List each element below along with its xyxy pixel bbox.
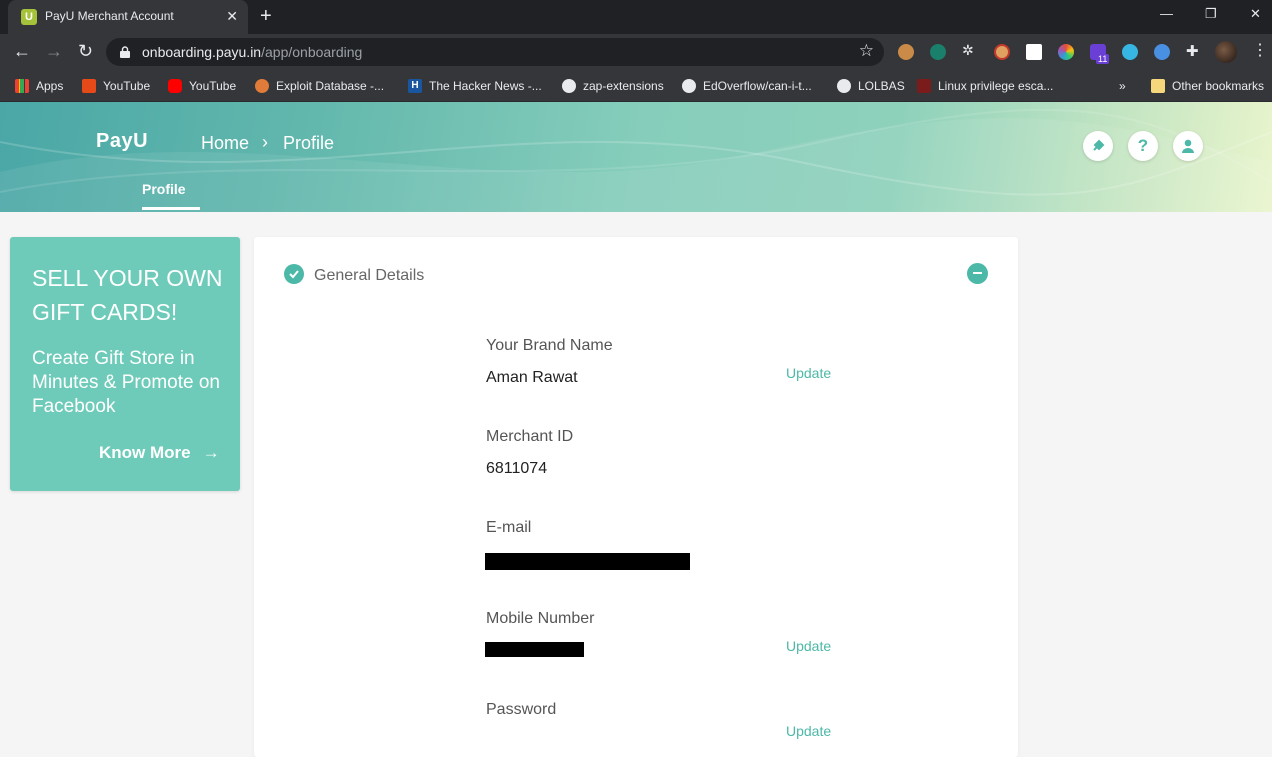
chevron-right-icon: › [262, 132, 268, 152]
lock-icon [120, 46, 130, 58]
general-details-card: General Details Your Brand Name Aman Raw… [254, 237, 1018, 757]
more-bookmarks-icon[interactable]: » [1119, 78, 1126, 94]
bookmarks-bar: Apps YouTube YouTube Exploit Database -.… [0, 70, 1272, 102]
bookmark-label: EdOverflow/can-i-t... [703, 79, 812, 93]
link-extension-icon[interactable] [1122, 44, 1138, 60]
brand-name-label: Your Brand Name [486, 337, 613, 354]
back-arrow-icon[interactable]: ← [13, 41, 31, 61]
bookmark-label: Exploit Database -... [276, 79, 385, 93]
hacker-news-icon: H [408, 79, 422, 93]
checkmark-extension-icon[interactable] [930, 44, 946, 60]
payu-favicon-icon: U [21, 9, 37, 25]
globe-icon [837, 79, 851, 93]
bookmark-icon [917, 79, 931, 93]
bookmark-label: LOLBAS [858, 79, 905, 93]
profile-avatar[interactable] [1215, 41, 1237, 63]
bookmark-zap-extensions[interactable]: zap-extensions [562, 78, 664, 94]
bookmark-star-icon[interactable]: ☆ [859, 41, 874, 61]
window-close-icon[interactable]: ✕ [1250, 6, 1261, 22]
mobile-number-label: Mobile Number [486, 610, 595, 627]
update-mobile-link[interactable]: Update [786, 638, 831, 654]
youtube-analytics-icon [82, 79, 96, 93]
bookmark-can-i-take-over[interactable]: EdOverflow/can-i-t... [682, 78, 812, 94]
bookmark-label: YouTube [103, 79, 151, 93]
bookmark-linux-privilege[interactable]: Linux privilege esca... [917, 78, 1053, 94]
bookmark-apps[interactable]: Apps [15, 78, 63, 94]
github-icon [562, 79, 576, 93]
globe-extension-icon[interactable] [1154, 44, 1170, 60]
restore-icon[interactable]: ❐ [1205, 6, 1217, 22]
bookmark-label: Other bookmarks [1172, 79, 1265, 93]
browser-tab[interactable]: U PayU Merchant Account ✕ [8, 0, 248, 34]
bookmark-label: zap-extensions [583, 79, 664, 93]
section-title[interactable]: General Details [314, 267, 424, 285]
merchant-id-label: Merchant ID [486, 428, 574, 445]
help-icon[interactable]: ? [1128, 131, 1158, 161]
checkmark-icon [289, 270, 299, 279]
extension-badge: 11 [1096, 54, 1110, 64]
update-brand-name-link[interactable]: Update [786, 365, 831, 381]
tab-profile[interactable]: Profile [142, 181, 186, 197]
breadcrumb-home[interactable]: Home [201, 133, 249, 154]
mobile-redacted-value [485, 642, 584, 657]
promo-description: Create Gift Store in Minutes & Promote o… [32, 348, 220, 417]
browser-toolbar: ← → ↻ onboarding.payu.in/app/onboarding … [0, 34, 1272, 70]
promo-title: SELL YOUR OWN GIFT CARDS! [32, 265, 223, 325]
plug-icon [1093, 139, 1105, 151]
merchant-id-value: 6811074 [486, 460, 548, 477]
color-picker-extension-icon[interactable] [1058, 44, 1074, 60]
collapse-minus-icon[interactable] [967, 263, 988, 284]
breadcrumb-profile: Profile [283, 133, 335, 153]
minimize-icon[interactable]: — [1160, 6, 1173, 21]
url-path: /app/onboarding [261, 44, 363, 60]
bookmark-label: The Hacker News -... [429, 79, 542, 93]
close-tab-icon[interactable]: ✕ [226, 8, 238, 24]
account-icon[interactable] [1173, 131, 1203, 161]
bookmark-hacker-news[interactable]: H The Hacker News -... [408, 78, 542, 94]
youtube-icon [168, 79, 182, 93]
email-redacted-value [485, 553, 690, 570]
gift-card-promo: SELL YOUR OWN GIFT CARDS! Create Gift St… [10, 237, 240, 491]
arrow-right-icon: → [202, 443, 220, 462]
password-label: Password [486, 701, 557, 718]
bookmark-label: Linux privilege esca... [938, 79, 1054, 93]
url-domain: onboarding.payu.in [142, 44, 262, 60]
update-password-link[interactable]: Update [786, 723, 831, 739]
browser-tab-strip: U PayU Merchant Account ✕ + — ❐ ✕ [0, 0, 1272, 34]
bookmark-exploit-database[interactable]: Exploit Database -... [255, 78, 384, 94]
tab-title: PayU Merchant Account [45, 9, 174, 23]
header-wave-decoration [0, 108, 1272, 212]
block-extension-icon[interactable] [994, 44, 1010, 60]
bookmark-label: Apps [36, 79, 64, 93]
forward-arrow-icon[interactable]: → [45, 41, 63, 61]
bookmark-label: YouTube [189, 79, 237, 93]
apps-grid-icon [15, 79, 29, 93]
address-bar[interactable]: onboarding.payu.in/app/onboarding ☆ [106, 38, 884, 66]
active-tab-indicator [142, 207, 200, 210]
exploit-db-icon [255, 79, 269, 93]
user-icon [1182, 139, 1194, 153]
menu-dots-icon[interactable]: ⋮ [1252, 41, 1268, 61]
github-icon [682, 79, 696, 93]
folder-icon [1151, 79, 1165, 93]
bookmark-lolbas[interactable]: LOLBAS [837, 78, 905, 94]
cookie-editor-extension-icon[interactable] [1026, 44, 1042, 60]
puzzle-extensions-icon[interactable]: ✚ [1186, 42, 1202, 60]
payu-logo[interactable]: PayU [96, 130, 148, 153]
check-circle-icon [284, 264, 304, 284]
bookmark-youtube-analytics[interactable]: YouTube [82, 78, 150, 94]
url-text: onboarding.payu.in/app/onboarding [142, 44, 362, 60]
new-tab-icon[interactable]: + [260, 5, 272, 27]
bookmark-other[interactable]: Other bookmarks [1151, 78, 1264, 94]
reload-icon[interactable]: ↻ [78, 41, 93, 61]
brand-name-value: Aman Rawat [486, 369, 578, 386]
gear-extension-icon[interactable]: ✲ [962, 42, 978, 58]
know-more-label: Know More [99, 443, 191, 462]
page-header: PayU Home › Profile Profile ? [0, 102, 1272, 212]
integration-icon[interactable] [1083, 131, 1113, 161]
know-more-button[interactable]: Know More → [99, 443, 220, 463]
cookie-extension-icon[interactable] [898, 44, 914, 60]
bookmark-youtube[interactable]: YouTube [168, 78, 236, 94]
email-label: E-mail [486, 519, 532, 536]
